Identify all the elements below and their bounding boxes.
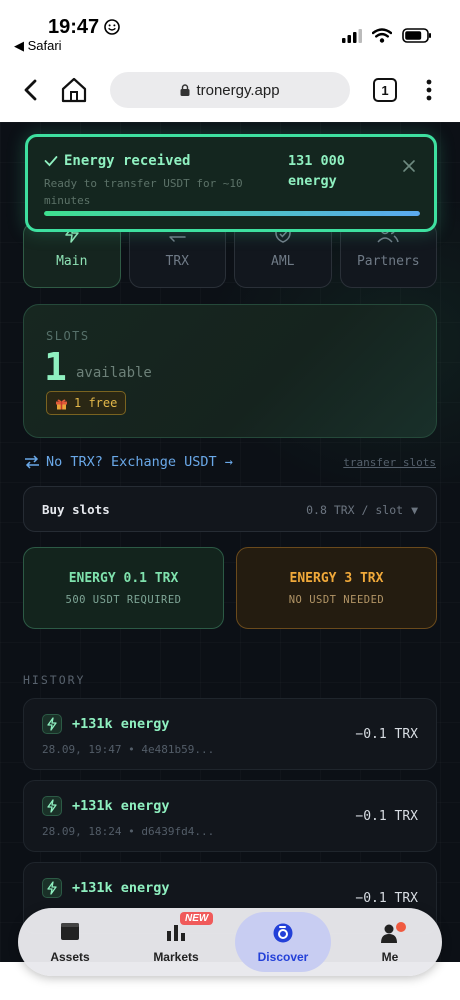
energy-received-toast: Energy received Ready to transfer USDT f… — [25, 134, 437, 232]
app-viewport: Main TRX AML Partners Energy received Re… — [0, 122, 460, 962]
status-indicators — [342, 28, 432, 43]
history-amount: +131k energy — [72, 880, 170, 896]
history-amount: +131k energy — [72, 716, 170, 732]
back-app-label: Safari — [27, 38, 62, 53]
cellular-signal-icon — [342, 28, 362, 43]
toast-title: Energy received — [44, 153, 190, 169]
history-meta: 28.09, 19:47 • 4e481b59... — [42, 743, 215, 756]
history-item[interactable]: +131k energy 28.09, 19:47 • 4e481b59... … — [23, 698, 437, 770]
gift-icon — [56, 398, 67, 409]
history-cost: −0.1 TRX — [355, 891, 418, 906]
free-slot-badge: 1 free — [46, 391, 127, 415]
history-cost: −0.1 TRX — [355, 727, 418, 742]
energy-option-title: ENERGY 0.1 TRX — [68, 570, 179, 586]
slots-label: SLOTS — [46, 329, 90, 343]
tab-label: Discover — [257, 950, 309, 964]
bolt-icon — [42, 714, 62, 734]
bottom-tab-bar: Assets NEW Markets Discover Me — [18, 908, 442, 976]
toast-amount: 131 000 energy — [288, 153, 345, 189]
new-badge: NEW — [180, 912, 214, 925]
history-cost: −0.1 TRX — [355, 809, 418, 824]
home-icon[interactable] — [60, 76, 88, 104]
tab-label: Me — [381, 950, 399, 964]
discover-icon — [273, 923, 293, 943]
slots-card: SLOTS 1 available 1 free — [23, 304, 437, 438]
history-amount: +131k energy — [72, 798, 170, 814]
close-icon[interactable] — [402, 159, 416, 173]
energy-option-subtitle: NO USDT NEEDED — [288, 593, 385, 606]
slot-price-text: 0.8 TRX / slot — [306, 503, 404, 517]
bolt-icon — [42, 878, 62, 898]
energy-option-title: ENERGY 3 TRX — [289, 570, 384, 586]
smiley-icon — [104, 19, 120, 35]
status-bar: 19:47 ◀ Safari — [0, 0, 460, 58]
wallet-icon — [61, 923, 79, 940]
nav-tab-label: TRX — [165, 254, 189, 269]
slots-available-label: available — [76, 365, 152, 381]
back-arrow-icon[interactable] — [20, 78, 44, 102]
slots-count: 1 — [44, 345, 67, 389]
tabs-button[interactable]: 1 — [373, 78, 397, 102]
nav-tab-label: Partners — [356, 254, 420, 269]
notification-dot — [396, 922, 406, 932]
toast-title-text: Energy received — [64, 153, 191, 169]
chevron-down-icon: ▼ — [411, 503, 418, 517]
checkmark-icon — [44, 156, 58, 167]
tab-me[interactable]: Me — [342, 912, 438, 972]
history-meta: 28.09, 18:24 • d6439fd4... — [42, 825, 215, 838]
battery-icon — [402, 28, 431, 43]
swap-arrows-icon — [25, 455, 39, 469]
bolt-icon — [42, 796, 62, 816]
toast-progress-bar — [44, 211, 420, 216]
buy-slots-dropdown[interactable]: Buy slots 0.8 TRX / slot ▼ — [23, 486, 437, 532]
exchange-usdt-link[interactable]: No TRX? Exchange USDT → — [24, 454, 233, 470]
tab-discover[interactable]: Discover — [235, 912, 331, 972]
lock-icon — [180, 84, 190, 96]
tab-label: Markets — [153, 950, 199, 964]
nav-tab-label: AML — [271, 254, 295, 269]
url-bar[interactable]: tronergy.app — [110, 72, 350, 108]
back-to-app-link[interactable]: ◀ Safari — [14, 38, 62, 54]
energy-option-no-usdt[interactable]: ENERGY 3 TRX NO USDT NEEDED — [236, 547, 437, 629]
wifi-icon — [372, 28, 392, 43]
nav-tab-label: Main — [56, 254, 88, 269]
energy-option-usdt[interactable]: ENERGY 0.1 TRX 500 USDT REQUIRED — [23, 547, 224, 629]
free-badge-text: 1 free — [74, 396, 118, 410]
more-options-icon[interactable] — [422, 78, 436, 102]
status-time: 19:47 — [48, 16, 100, 38]
energy-option-subtitle: 500 USDT REQUIRED — [65, 593, 182, 606]
history-heading: HISTORY — [23, 673, 86, 687]
tab-assets[interactable]: Assets — [22, 912, 118, 972]
history-item[interactable]: +131k energy 28.09, 18:24 • d6439fd4... … — [23, 780, 437, 852]
transfer-slots-link[interactable]: transfer slots — [343, 456, 436, 469]
exchange-link-text: No TRX? Exchange USDT → — [46, 454, 233, 470]
bar-chart-icon — [167, 925, 185, 941]
tab-markets[interactable]: NEW Markets — [128, 912, 224, 972]
browser-toolbar: tronergy.app 1 — [0, 58, 460, 122]
slot-price: 0.8 TRX / slot ▼ — [306, 503, 418, 517]
toast-subtitle: Ready to transfer USDT for ~10 minutes — [44, 177, 243, 207]
toast-progress-fill — [44, 211, 420, 216]
tab-label: Assets — [50, 950, 90, 964]
buy-slots-label: Buy slots — [42, 502, 110, 517]
url-text: tronergy.app — [196, 81, 280, 99]
